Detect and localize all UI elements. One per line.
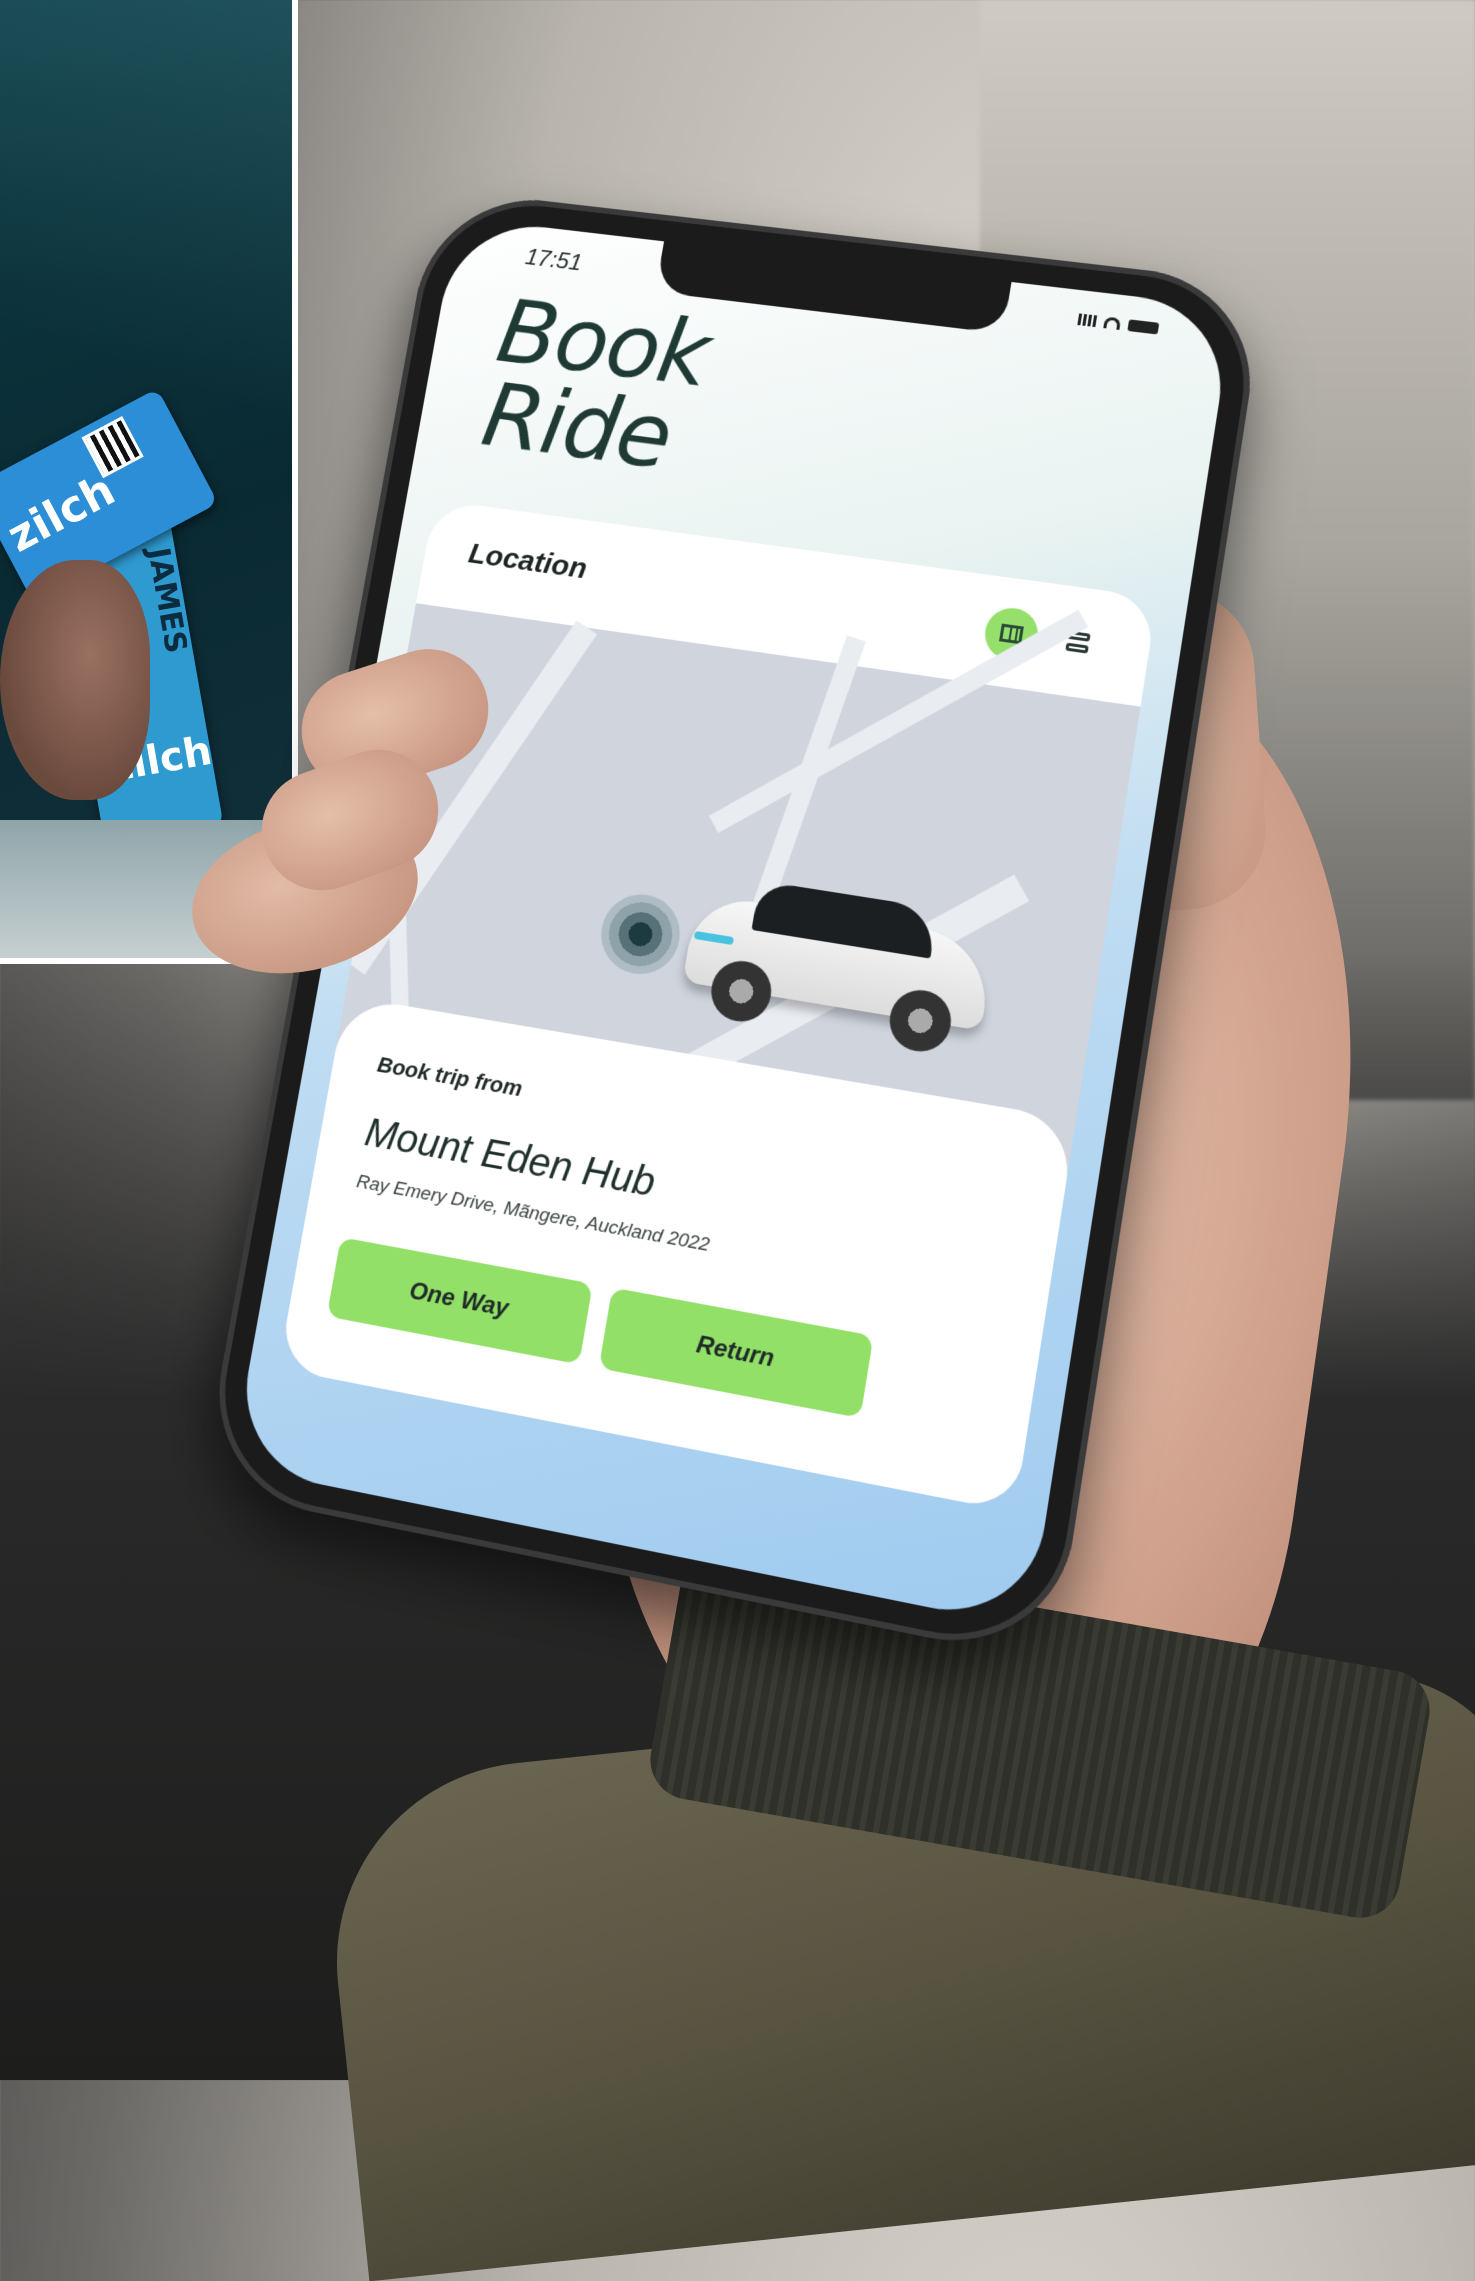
map-road — [708, 609, 1089, 833]
card-brand-logo: zilch — [0, 464, 124, 563]
location-pin-icon[interactable] — [595, 888, 687, 980]
return-button[interactable]: Return — [598, 1287, 874, 1419]
location-label: Location — [466, 537, 590, 586]
inset-photo: JAMES zilch zilch — [0, 0, 298, 964]
one-way-button[interactable]: One Way — [326, 1237, 593, 1365]
battery-icon — [1127, 319, 1160, 335]
inset-hand — [0, 560, 150, 800]
page-title: Book Ride — [475, 281, 716, 490]
signal-icon — [1077, 313, 1098, 328]
status-icons — [1077, 313, 1160, 335]
status-time: 17:51 — [523, 244, 584, 277]
wifi-icon — [1103, 316, 1122, 330]
page-title-line2: Ride — [475, 364, 678, 490]
trip-from-label: Book trip from — [375, 1051, 525, 1102]
